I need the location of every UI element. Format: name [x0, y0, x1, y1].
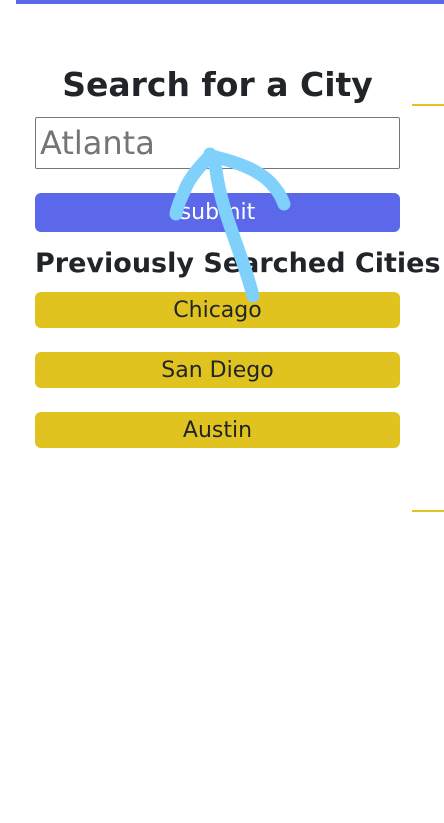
side-divider-bottom	[412, 510, 444, 512]
city-button-san-diego[interactable]: San Diego	[35, 352, 400, 388]
page: Search for a City submit Previously Sear…	[0, 0, 444, 823]
previous-cities-title: Previously Searched Cities	[35, 248, 441, 279]
top-accent-bar	[16, 0, 444, 4]
city-button-austin[interactable]: Austin	[35, 412, 400, 448]
submit-button[interactable]: submit	[35, 193, 400, 232]
search-title: Search for a City	[62, 65, 373, 104]
side-divider-top	[412, 104, 444, 106]
city-button-chicago[interactable]: Chicago	[35, 292, 400, 328]
city-search-input[interactable]	[35, 117, 400, 169]
